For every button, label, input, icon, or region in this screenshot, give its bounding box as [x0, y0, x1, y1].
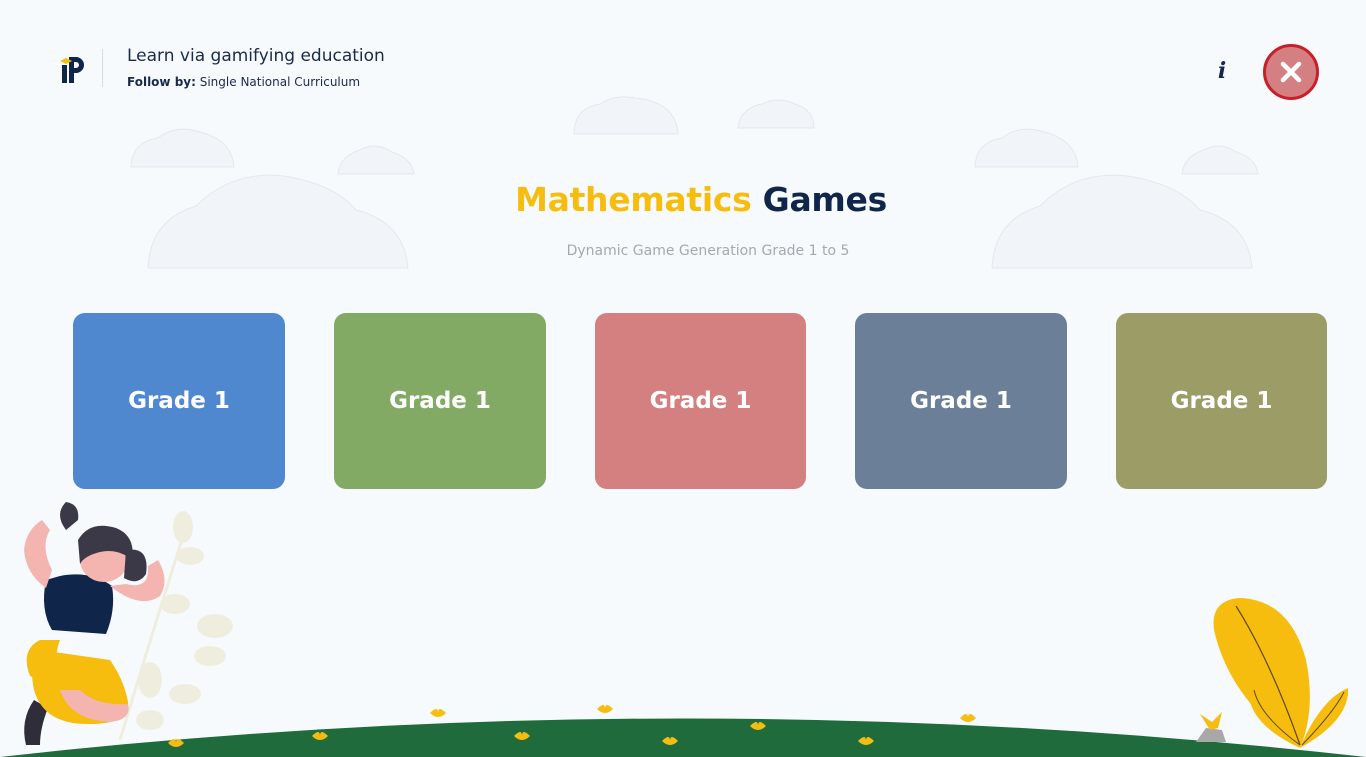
bottom-scene: [0, 502, 1366, 757]
jumping-girl-illustration: [24, 502, 165, 745]
grass-hill: [0, 718, 1366, 757]
background-plant-illustration: [118, 511, 233, 741]
grade-card-4[interactable]: Grade 1: [855, 313, 1067, 489]
grade-card-2[interactable]: Grade 1: [334, 313, 546, 489]
title-accent: Mathematics: [515, 180, 752, 219]
yellow-plant-illustration: [1196, 598, 1349, 748]
grade-card-1[interactable]: Grade 1: [73, 313, 285, 489]
page-subtitle: Dynamic Game Generation Grade 1 to 5: [566, 243, 850, 259]
grade-card-5[interactable]: Grade 1: [1116, 313, 1327, 489]
page-title: Mathematics Games: [0, 180, 1366, 219]
grade-list: Grade 1 Grade 1 Grade 1 Grade 1 Grade 1: [0, 313, 1366, 489]
grade-card-3[interactable]: Grade 1: [595, 313, 806, 489]
title-rest: Games: [762, 180, 888, 219]
